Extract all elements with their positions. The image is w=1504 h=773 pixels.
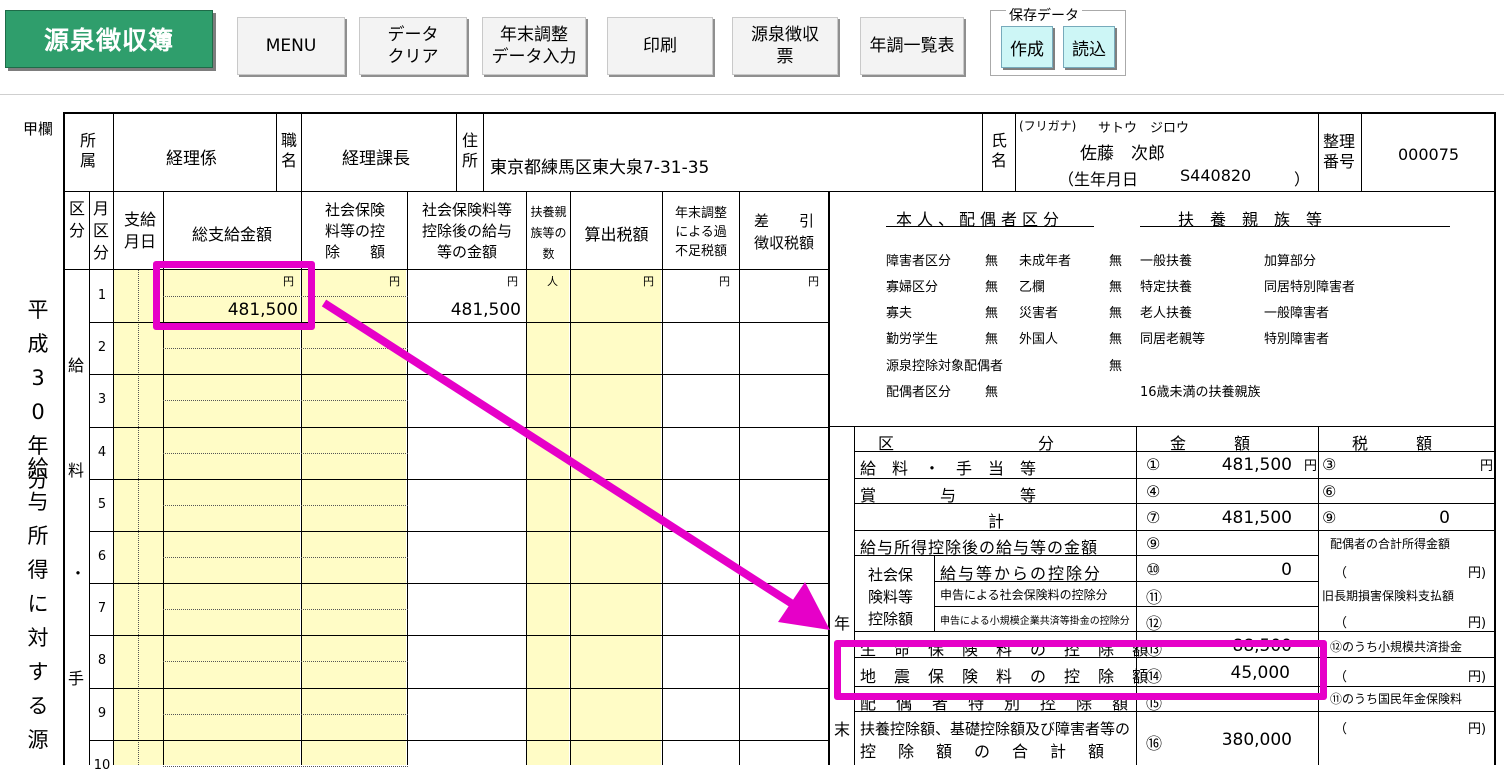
row-dotted-mid [163,766,408,767]
highlight-arrow [321,299,830,630]
